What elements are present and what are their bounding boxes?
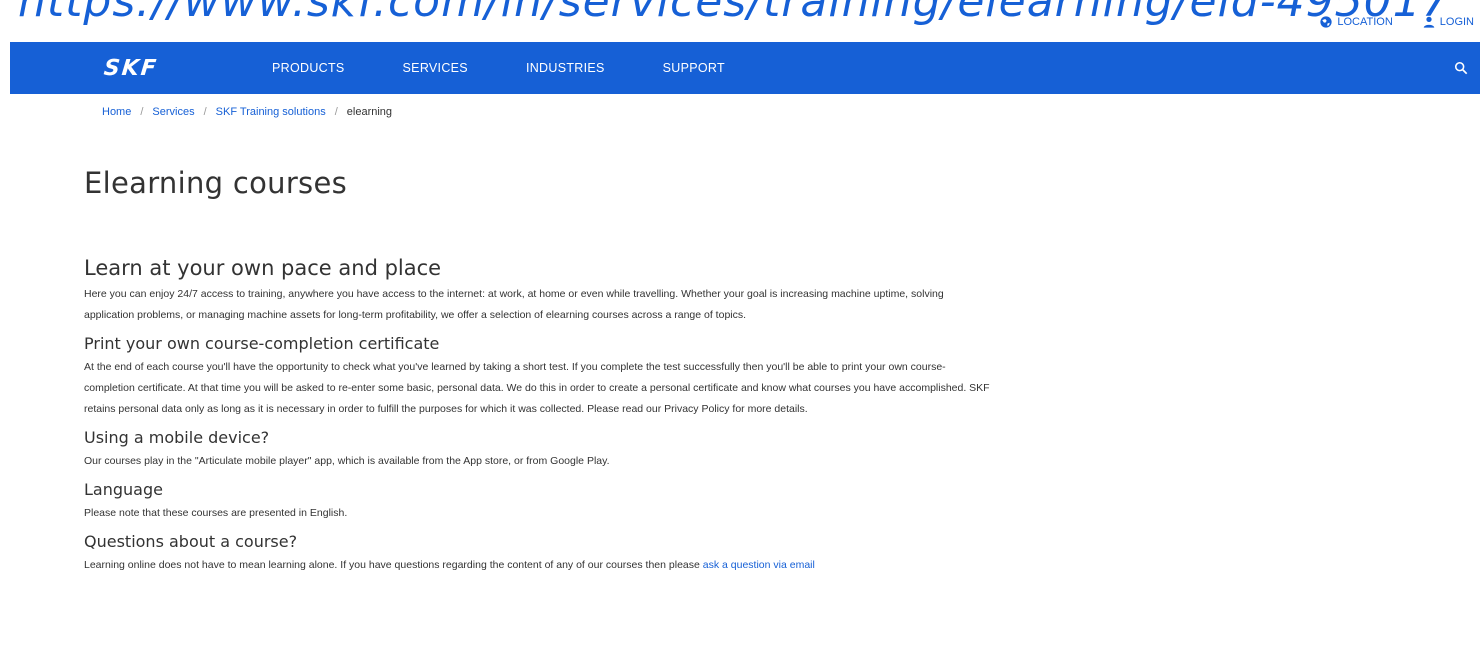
user-icon [1423, 16, 1435, 28]
page-title: Elearning courses [84, 166, 347, 200]
location-label: LOCATION [1337, 16, 1393, 28]
section-heading-learn: Learn at your own pace and place [84, 256, 442, 280]
breadcrumb-services[interactable]: Services [152, 106, 194, 118]
breadcrumb-separator: / [203, 106, 207, 118]
globe-icon [1320, 16, 1332, 28]
login-link[interactable]: LOGIN [1423, 16, 1474, 28]
breadcrumb-separator: / [334, 106, 338, 118]
nav-item-products[interactable]: PRODUCTS [272, 61, 345, 75]
main-content: Learn at your own pace and place Here yo… [84, 256, 1004, 584]
main-navigation: SKF PRODUCTS SERVICES INDUSTRIES SUPPORT [10, 42, 1480, 94]
section-heading-mobile: Using a mobile device? [84, 428, 270, 447]
section-body-certificate: At the end of each course you'll have th… [84, 361, 990, 415]
breadcrumb-separator: / [140, 106, 144, 118]
section-heading-questions: Questions about a course? [84, 532, 298, 551]
section-body-language: Please note that these courses are prese… [84, 507, 348, 519]
search-icon [1454, 61, 1468, 75]
nav-menu: PRODUCTS SERVICES INDUSTRIES SUPPORT [272, 42, 783, 94]
section-body-questions: Learning online does not have to mean le… [84, 555, 994, 576]
url-overlay-text: https://www.skf.com/in/services/training… [18, 0, 1451, 27]
nav-item-support[interactable]: SUPPORT [663, 61, 725, 75]
ask-question-email-link[interactable]: ask a question via email [703, 559, 815, 571]
login-label: LOGIN [1439, 16, 1474, 28]
breadcrumb-home[interactable]: Home [102, 106, 131, 118]
utility-bar: LOCATION LOGIN [1320, 13, 1480, 31]
section-heading-certificate: Print your own course-completion certifi… [84, 334, 440, 353]
skf-logo[interactable]: SKF [103, 56, 160, 81]
nav-item-services[interactable]: SERVICES [403, 61, 468, 75]
search-button[interactable] [1454, 60, 1468, 75]
section-heading-language: Language [84, 480, 163, 499]
breadcrumb-current: elearning [346, 106, 393, 118]
questions-text: Learning online does not have to mean le… [84, 559, 703, 571]
section-body-learn: Here you can enjoy 24/7 access to traini… [84, 288, 944, 321]
breadcrumb: Home / Services / SKF Training solutions… [102, 106, 392, 118]
section-body-mobile: Our courses play in the "Articulate mobi… [84, 455, 610, 467]
breadcrumb-training-solutions[interactable]: SKF Training solutions [216, 106, 326, 118]
location-link[interactable]: LOCATION [1320, 16, 1393, 28]
nav-item-industries[interactable]: INDUSTRIES [526, 61, 605, 75]
